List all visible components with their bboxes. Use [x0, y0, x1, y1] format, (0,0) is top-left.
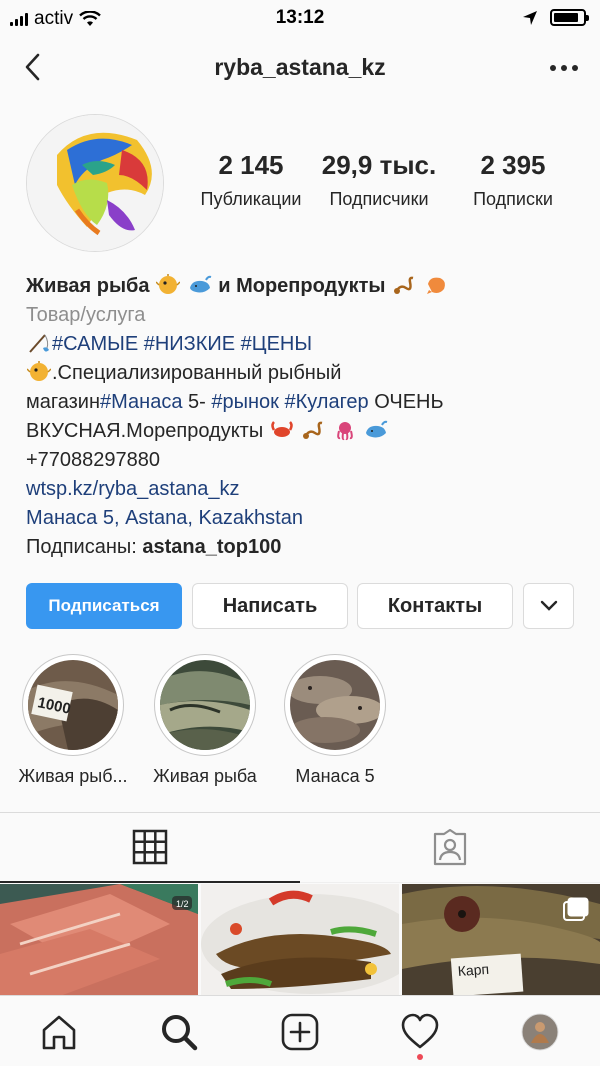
status-bar: activ 13:12 [0, 0, 600, 38]
bio-text: 5- [182, 391, 212, 413]
activity-notification-dot [417, 1054, 423, 1060]
home-icon[interactable] [37, 1010, 81, 1054]
tab-tagged[interactable] [300, 813, 600, 883]
blowfish-emoji-icon [27, 361, 51, 381]
bio-text: магазин [26, 391, 101, 413]
followers-stat[interactable]: 29,9 тыс. Подписчики [316, 150, 442, 210]
post-thumbnail[interactable]: 1/2 [0, 884, 198, 996]
octopus-emoji-icon [337, 422, 353, 441]
hashtag-link[interactable]: #Кулагер [284, 391, 368, 413]
status-time: 13:12 [275, 7, 325, 28]
posts-label: Публикации [200, 189, 302, 209]
profile-tabs [0, 812, 600, 883]
whale-emoji-icon [189, 275, 211, 293]
display-name-part1: Живая рыба [26, 275, 150, 297]
highlight-cover: 1000 [28, 660, 118, 750]
following-label: Подписки [473, 189, 553, 209]
search-icon[interactable] [157, 1010, 201, 1054]
followers-label: Подписчики [329, 189, 429, 209]
following-stat[interactable]: 2 395 Подписки [452, 150, 574, 210]
more-horizontal-icon[interactable] [550, 54, 578, 82]
tab-grid[interactable] [0, 813, 300, 883]
scorpion-emoji-icon [303, 421, 323, 439]
bio-line-3: магазин#Манаса 5- #рынок #Кулагер ОЧЕНЬ [26, 388, 586, 417]
highlight-ring [154, 654, 256, 756]
website-link[interactable]: wtsp.kz/ryba_astana_kz [26, 475, 586, 504]
grid-icon [132, 829, 168, 865]
hashtag-link[interactable]: #рынок [211, 391, 279, 413]
profile-display-name: Живая рыба и Морепродукты [26, 272, 586, 301]
post-thumbnail[interactable] [201, 884, 399, 996]
bio-text: .Специализированный рыбный [52, 362, 342, 384]
whale-emoji-icon [366, 420, 388, 438]
story-highlight[interactable]: Живая рыба [140, 654, 270, 787]
message-button[interactable]: Написать [192, 583, 348, 629]
scorpion-emoji-icon [394, 276, 414, 294]
profile-avatar[interactable] [26, 114, 164, 252]
fishing-pole-emoji-icon [29, 334, 49, 353]
followed-by-label: Подписаны: [26, 536, 143, 558]
contacts-button[interactable]: Контакты [357, 583, 513, 629]
svg-text:Карп: Карп [457, 961, 489, 979]
display-name-part2: и Морепродукты [218, 275, 386, 297]
following-count: 2 395 [480, 150, 546, 180]
post-carousel-badge: 1/2 [176, 899, 189, 909]
highlight-label: Манаса 5 [295, 766, 375, 786]
blowfish-emoji-icon [156, 274, 181, 294]
hashtag-link[interactable]: #Манаса [100, 391, 182, 413]
story-highlight[interactable]: 1000 Живая рыб... [8, 654, 138, 787]
profile-avatar[interactable] [518, 1010, 562, 1054]
suggested-dropdown-button[interactable] [523, 583, 574, 629]
highlight-label: Живая рыб... [18, 766, 128, 786]
posts-grid: 1/2 Карп [0, 884, 600, 996]
tagged-user-icon [433, 828, 467, 865]
post-thumbnail[interactable]: Карп [402, 884, 600, 996]
crab-emoji-icon [271, 421, 293, 437]
story-highlight[interactable]: Манаса 5 [270, 654, 400, 787]
address-link[interactable]: Манаса 5, Astana, Kazakhstan [26, 504, 586, 533]
battery-icon [550, 9, 589, 26]
bio-hashtags[interactable]: #САМЫЕ #НИЗКИЕ #ЦЕНЫ [52, 333, 312, 355]
profile-header: ryba_astana_kz [0, 40, 600, 96]
profile-actions: Подписаться Написать Контакты [26, 583, 576, 629]
highlight-cover [290, 660, 380, 750]
bio-line-4: ВКУСНАЯ.Морепродукты [26, 417, 586, 446]
follow-button[interactable]: Подписаться [26, 583, 182, 629]
heart-icon[interactable] [398, 1010, 442, 1054]
bio-line-tags: #САМЫЕ #НИЗКИЕ #ЦЕНЫ [26, 330, 586, 359]
posts-stat[interactable]: 2 145 Публикации [190, 150, 312, 210]
followed-by[interactable]: Подписаны: astana_top100 [26, 533, 586, 562]
plus-square-icon[interactable] [278, 1010, 322, 1054]
highlight-ring [284, 654, 386, 756]
profile-username: ryba_astana_kz [214, 54, 386, 80]
chevron-down-icon [540, 600, 557, 611]
bio-phone: +77088297880 [26, 449, 161, 471]
location-arrow-icon [523, 10, 537, 25]
profile-bio: Живая рыба и Морепродукты Товар/услуга #… [26, 272, 586, 562]
bio-text: ОЧЕНЬ [368, 391, 444, 413]
highlight-label: Живая рыба [153, 766, 257, 786]
highlight-cover [160, 660, 250, 750]
profile-category: Товар/услуга [26, 304, 146, 326]
bio-text: ВКУСНАЯ.Морепродукты [26, 420, 264, 442]
highlight-ring: 1000 [22, 654, 124, 756]
avatar-image [27, 115, 163, 251]
bottom-tab-bar [0, 995, 600, 1066]
followers-count: 29,9 тыс. [321, 150, 437, 180]
shrimp-emoji-icon [426, 277, 445, 294]
bio-line-2: .Специализированный рыбный [26, 359, 586, 388]
followed-by-user[interactable]: astana_top100 [142, 536, 281, 558]
posts-count: 2 145 [218, 150, 284, 180]
